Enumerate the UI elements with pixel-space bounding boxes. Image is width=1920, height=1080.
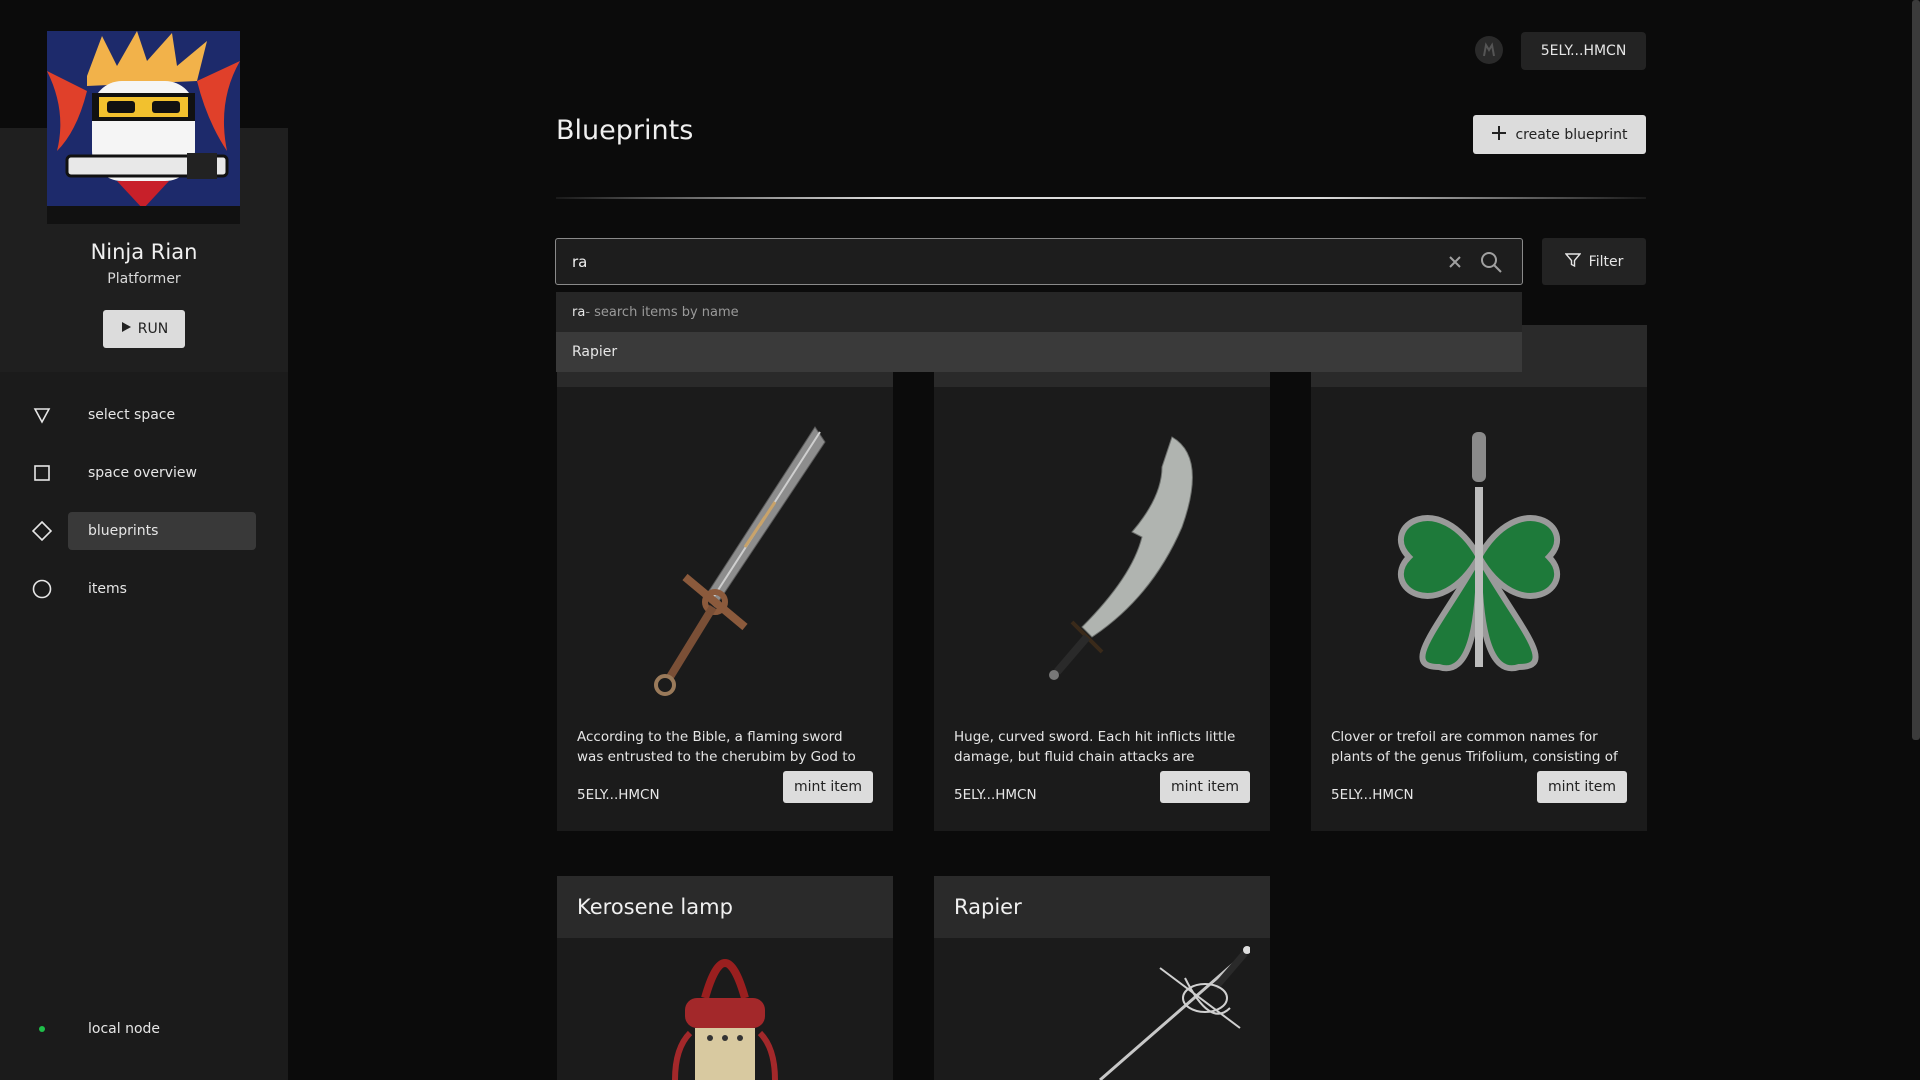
filter-button[interactable]: Filter: [1542, 238, 1646, 285]
page-title: Blueprints: [556, 115, 694, 146]
divider: [556, 197, 1646, 199]
curved-sword-image: [934, 387, 1270, 727]
diamond-icon: [22, 512, 62, 550]
plus-icon: [1491, 125, 1507, 145]
search-hint-text: - search items by name: [585, 304, 739, 320]
blueprint-card[interactable]: Kerosene lamp: [557, 876, 893, 1080]
triangle-down-icon: [22, 396, 62, 434]
filter-icon: [1564, 252, 1582, 272]
nav-items[interactable]: items: [22, 570, 256, 608]
space-avatar: [47, 31, 240, 224]
card-owner: 5ELY...HMCN: [577, 787, 660, 803]
search-suggestions: ra - search items by name Rapier: [556, 292, 1522, 372]
node-label: local node: [88, 1021, 161, 1037]
blueprint-card[interactable]: Rapier: [934, 876, 1270, 1080]
node-status[interactable]: local node: [22, 1010, 256, 1048]
suggestion-option[interactable]: Rapier: [556, 332, 1522, 372]
space-type: Platformer: [107, 271, 181, 287]
flaming-sword-image: [557, 387, 893, 727]
nav-space-overview[interactable]: space overview: [22, 454, 256, 492]
create-blueprint-label: create blueprint: [1515, 126, 1628, 143]
space-name: Ninja Rian: [90, 240, 198, 264]
nav-label: select space: [88, 407, 176, 423]
card-owner: 5ELY...HMCN: [954, 787, 1037, 803]
create-blueprint-button[interactable]: create blueprint: [1473, 115, 1646, 154]
search-hint[interactable]: ra - search items by name: [556, 292, 1522, 332]
circle-icon: [22, 570, 62, 608]
blueprint-card[interactable]: Clover or trefoil are common names for p…: [1311, 325, 1647, 831]
run-label: RUN: [137, 321, 169, 337]
mint-item-button[interactable]: mint item: [1160, 771, 1250, 803]
search-input[interactable]: [572, 249, 1432, 275]
search-hint-query: ra: [572, 304, 586, 320]
card-title: Rapier: [934, 876, 1270, 938]
close-icon[interactable]: [1444, 251, 1466, 273]
card-description: Huge, curved sword. Each hit inflicts li…: [954, 729, 1236, 771]
nav-label: items: [88, 581, 127, 597]
blueprint-card[interactable]: Huge, curved sword. Each hit inflicts li…: [934, 325, 1270, 831]
run-button[interactable]: RUN: [103, 310, 185, 348]
card-title: Kerosene lamp: [557, 876, 893, 938]
scrollbar[interactable]: [1912, 0, 1920, 740]
filter-label: Filter: [1588, 253, 1624, 270]
account-button[interactable]: 5ELY...HMCN: [1521, 32, 1646, 70]
rapier-image: [934, 938, 1270, 1080]
status-dot-icon: [22, 1010, 62, 1048]
clover-pendant-image: [1311, 387, 1647, 727]
nav-blueprints[interactable]: blueprints: [22, 512, 256, 550]
blueprint-card[interactable]: According to the Bible, a flaming sword …: [557, 325, 893, 831]
square-icon: [22, 454, 62, 492]
mint-item-button[interactable]: mint item: [783, 771, 873, 803]
card-owner: 5ELY...HMCN: [1331, 787, 1414, 803]
card-description: According to the Bible, a flaming sword …: [577, 729, 856, 771]
nav-label: space overview: [88, 465, 197, 481]
nav-label: blueprints: [88, 523, 159, 539]
card-description: Clover or trefoil are common names for p…: [1331, 729, 1618, 771]
mint-item-button[interactable]: mint item: [1537, 771, 1627, 803]
user-avatar[interactable]: [1475, 36, 1503, 64]
play-icon: [120, 321, 132, 337]
search-icon[interactable]: [1478, 249, 1504, 275]
kerosene-lamp-image: [557, 938, 893, 1080]
nav-select-space[interactable]: select space: [22, 396, 256, 434]
search-box: [555, 238, 1523, 285]
